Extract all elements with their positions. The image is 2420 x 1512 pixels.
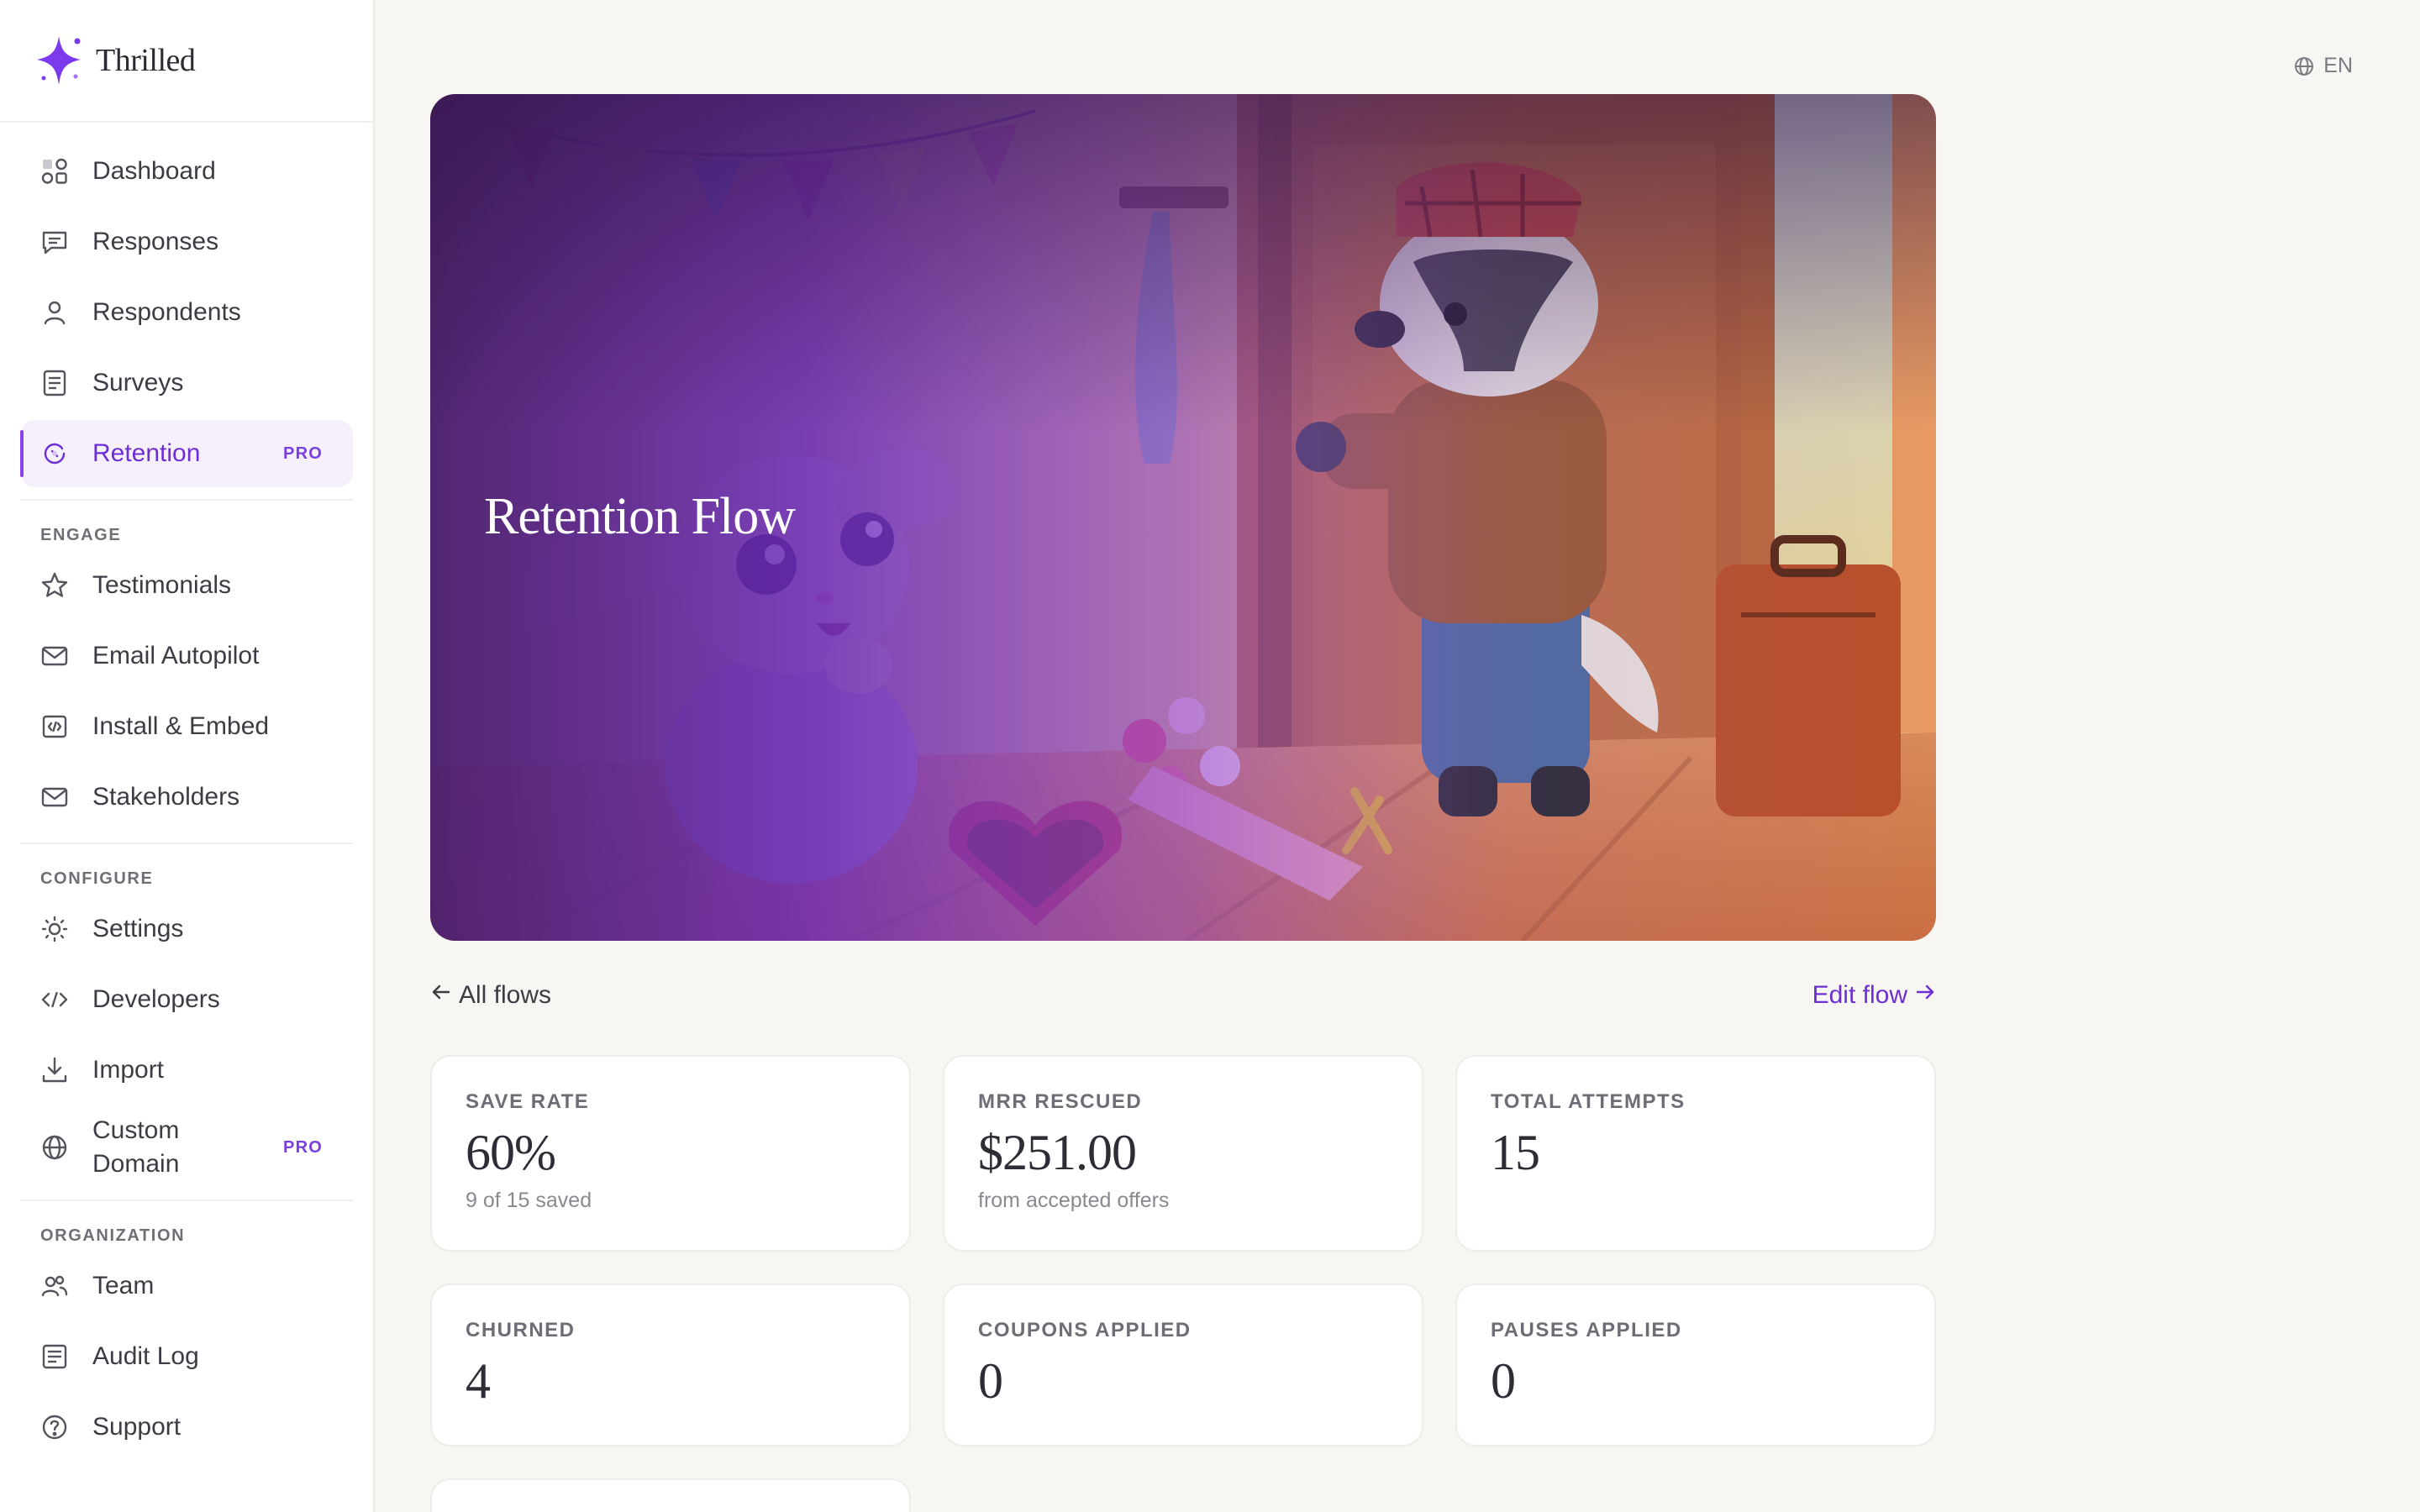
sidebar-item-audit-log[interactable]: Audit Log [20,1323,353,1390]
star-icon [40,571,69,600]
sidebar-item-support[interactable]: Support [20,1394,353,1461]
sidebar-item-label: Support [92,1413,182,1441]
sidebar-item-label: Retention [92,439,201,467]
dashboard-icon [40,157,69,186]
section-title-organization: ORGANIZATION [40,1226,186,1245]
stat-card-churned: CHURNED 4 [430,1284,911,1446]
sidebar-item-import[interactable]: Import [20,1037,353,1104]
stat-label: MRR RESCUED [978,1090,1143,1113]
stat-card-save-rate: SAVE RATE 60% 9 of 15 saved [430,1055,911,1252]
stat-label: COUPONS APPLIED [978,1319,1192,1341]
team-icon [40,1272,69,1300]
code-icon [40,985,69,1014]
sidebar-item-label: Dashboard [92,157,216,185]
globe-icon [40,1133,69,1162]
stat-label: PAUSES APPLIED [1491,1319,1682,1341]
sidebar-item-label: Stakeholders [92,783,240,811]
stat-sub: 9 of 15 saved [466,1189,592,1212]
sparkle-logo-icon [35,33,86,88]
stat-card-coupons-applied: COUPONS APPLIED 0 [943,1284,1423,1446]
download-icon [40,1056,69,1084]
stat-card-partial [430,1478,911,1512]
section-title-configure: CONFIGURE [40,869,154,888]
sidebar-item-surveys[interactable]: Surveys [20,349,353,417]
sidebar-item-install-embed[interactable]: Install & Embed [20,693,353,760]
sidebar-item-retention[interactable]: Retention PRO [20,420,353,487]
log-icon [40,1342,69,1371]
language-switcher[interactable]: EN [2293,54,2353,78]
sidebar-item-responses[interactable]: Responses [20,208,353,276]
arrow-right-icon [1914,981,1936,1010]
all-flows-label: All flows [459,981,552,1009]
sidebar-item-custom-domain[interactable]: Custom Domain PRO [20,1107,353,1188]
sidebar-item-label: Settings [92,915,184,942]
brand-name: Thrilled [96,43,196,78]
hero-title: Retention Flow [484,488,796,545]
stat-card-pauses-applied: PAUSES APPLIED 0 [1455,1284,1936,1446]
help-icon [40,1413,69,1441]
mail-icon [40,783,69,811]
divider [20,843,353,844]
divider [20,1200,353,1201]
sidebar-item-team[interactable]: Team [20,1252,353,1320]
hero-banner: Retention Flow [430,94,1936,941]
chat-icon [40,228,69,256]
sidebar-item-label: Responses [92,228,219,255]
sidebar-item-label: Install & Embed [92,712,270,740]
mail-icon [40,642,69,670]
sidebar-item-label: Testimonials [92,571,232,599]
pro-badge: PRO [283,1137,323,1157]
language-code: EN [2323,54,2353,77]
sidebar-item-label: Audit Log [92,1342,199,1370]
stat-value: 4 [466,1353,491,1409]
sidebar-item-label: Developers [92,985,220,1013]
label-line: Domain [92,1150,180,1178]
stats-grid: SAVE RATE 60% 9 of 15 saved MRR RESCUED … [430,1055,1936,1512]
stat-value: 60% [466,1125,556,1180]
brand[interactable]: Thrilled [0,0,373,123]
flow-links: All flows Edit flow [430,981,1936,1010]
stat-value: 0 [978,1353,1003,1409]
sidebar-item-respondents[interactable]: Respondents [20,279,353,346]
sidebar-item-settings[interactable]: Settings [20,895,353,963]
divider [20,499,353,501]
sidebar-item-label: Custom Domain [92,1114,179,1181]
sidebar-item-email-autopilot[interactable]: Email Autopilot [20,622,353,690]
stat-label: TOTAL ATTEMPTS [1491,1090,1686,1113]
sun-icon [40,915,69,943]
sidebar: Thrilled Dashboard Responses Respondents… [0,0,375,1512]
sidebar-nav: Dashboard Responses Respondents Surveys … [0,123,373,1461]
sidebar-item-stakeholders[interactable]: Stakeholders [20,764,353,831]
all-flows-link[interactable]: All flows [430,981,551,1010]
arrow-left-icon [430,981,452,1010]
retention-icon [40,439,69,468]
stat-value: 0 [1491,1353,1516,1409]
sidebar-item-label: Email Autopilot [92,642,260,669]
stat-value: 15 [1491,1125,1540,1180]
sidebar-item-label: Respondents [92,298,241,326]
pro-badge: PRO [283,444,323,463]
stat-card-mrr-rescued: MRR RESCUED $251.00 from accepted offers [943,1055,1423,1252]
sidebar-item-dashboard[interactable]: Dashboard [20,138,353,205]
sidebar-item-testimonials[interactable]: Testimonials [20,552,353,619]
stat-value: $251.00 [978,1125,1137,1180]
stat-sub: from accepted offers [978,1189,1170,1212]
survey-icon [40,369,69,397]
sidebar-item-label: Team [92,1272,155,1299]
edit-flow-label: Edit flow [1812,981,1907,1009]
section-title-engage: ENGAGE [40,526,122,544]
sidebar-item-developers[interactable]: Developers [20,966,353,1033]
sidebar-item-label: Import [92,1056,165,1084]
label-line: Custom [92,1116,180,1144]
edit-flow-link[interactable]: Edit flow [1812,981,1936,1010]
user-icon [40,298,69,327]
stat-label: SAVE RATE [466,1090,590,1113]
stat-card-total-attempts: TOTAL ATTEMPTS 15 [1455,1055,1936,1252]
embed-icon [40,712,69,741]
stat-label: CHURNED [466,1319,576,1341]
globe-icon [2293,55,2315,77]
sidebar-item-label: Surveys [92,369,184,396]
